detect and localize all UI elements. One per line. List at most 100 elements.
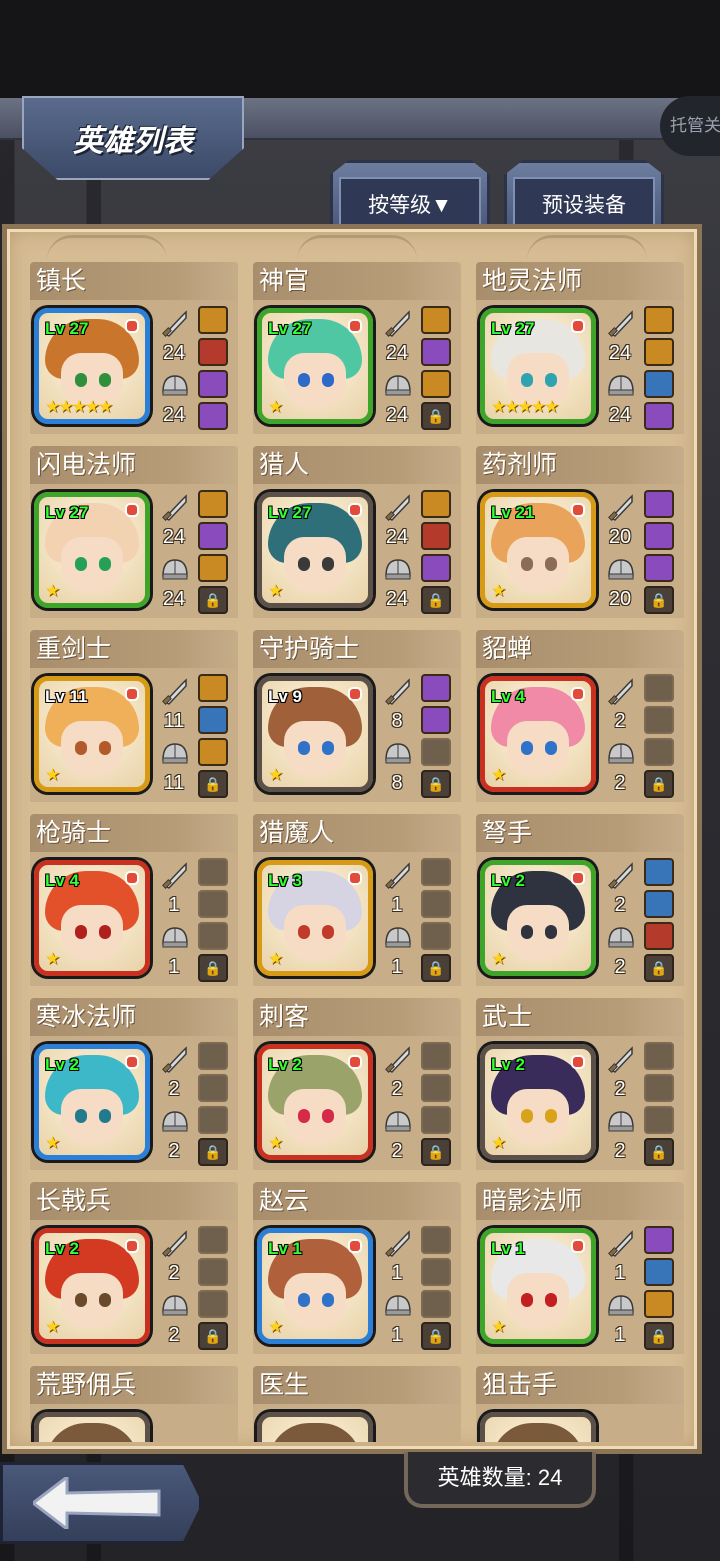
hero-portrait[interactable]: Lv 3 ★ xyxy=(257,860,373,976)
equipment-item-icon[interactable] xyxy=(644,306,674,334)
hero-card[interactable]: 刺客 Lv 2 ★ 2 2 🔒 xyxy=(253,998,461,1170)
hero-portrait[interactable]: Lv 4 ★ xyxy=(34,860,150,976)
lock-icon[interactable]: 🔒 xyxy=(198,586,228,614)
lock-icon[interactable]: 🔒 xyxy=(421,1322,451,1350)
hero-portrait[interactable]: Lv 11 ★ xyxy=(34,676,150,792)
empty-equipment-slot[interactable] xyxy=(198,1226,228,1254)
equipment-item-icon[interactable] xyxy=(421,522,451,550)
lock-icon[interactable]: 🔒 xyxy=(198,770,228,798)
hero-card[interactable]: 猎人 Lv 27 ★ 24 24 🔒 xyxy=(253,446,461,618)
equipment-item-icon[interactable] xyxy=(644,922,674,950)
empty-equipment-slot[interactable] xyxy=(198,890,228,918)
equipment-item-icon[interactable] xyxy=(644,370,674,398)
equipment-item-icon[interactable] xyxy=(198,338,228,366)
hero-portrait[interactable]: Lv 2 ★ xyxy=(480,1044,596,1160)
empty-equipment-slot[interactable] xyxy=(644,1042,674,1070)
empty-equipment-slot[interactable] xyxy=(421,1106,451,1134)
hero-card[interactable]: 武士 Lv 2 ★ 2 2 🔒 xyxy=(476,998,684,1170)
equipment-item-icon[interactable] xyxy=(198,554,228,582)
hero-portrait[interactable]: Lv 27 ★ xyxy=(257,308,373,424)
hero-card[interactable]: 闪电法师 Lv 27 ★ 24 24 🔒 xyxy=(30,446,238,618)
hero-portrait[interactable]: Lv 2 ★ xyxy=(34,1044,150,1160)
lock-icon[interactable]: 🔒 xyxy=(421,586,451,614)
hero-card[interactable]: 神官 Lv 27 ★ 24 24 🔒 xyxy=(253,262,461,434)
lock-icon[interactable]: 🔒 xyxy=(198,954,228,982)
empty-equipment-slot[interactable] xyxy=(421,1226,451,1254)
hero-card[interactable]: 守护骑士 Lv 9 ★ 8 8 🔒 xyxy=(253,630,461,802)
empty-equipment-slot[interactable] xyxy=(198,1290,228,1318)
lock-icon[interactable]: 🔒 xyxy=(644,586,674,614)
lock-icon[interactable]: 🔒 xyxy=(644,770,674,798)
equipment-item-icon[interactable] xyxy=(421,370,451,398)
equipment-item-icon[interactable] xyxy=(421,554,451,582)
hero-portrait[interactable]: Lv 2 ★ xyxy=(480,860,596,976)
lock-icon[interactable]: 🔒 xyxy=(644,1138,674,1166)
equipment-item-icon[interactable] xyxy=(644,890,674,918)
equipment-item-icon[interactable] xyxy=(644,858,674,886)
lock-icon[interactable]: 🔒 xyxy=(644,1322,674,1350)
hero-portrait[interactable] xyxy=(34,1412,150,1442)
empty-equipment-slot[interactable] xyxy=(421,858,451,886)
hero-card[interactable]: 赵云 Lv 1 ★ 1 1 🔒 xyxy=(253,1182,461,1354)
empty-equipment-slot[interactable] xyxy=(198,922,228,950)
empty-equipment-slot[interactable] xyxy=(198,858,228,886)
hero-card[interactable]: 猎魔人 Lv 3 ★ 1 1 🔒 xyxy=(253,814,461,986)
empty-equipment-slot[interactable] xyxy=(421,1290,451,1318)
equipment-item-icon[interactable] xyxy=(644,1226,674,1254)
hero-portrait[interactable] xyxy=(480,1412,596,1442)
empty-equipment-slot[interactable] xyxy=(421,738,451,766)
equipment-item-icon[interactable] xyxy=(198,522,228,550)
lock-icon[interactable]: 🔒 xyxy=(421,402,451,430)
empty-equipment-slot[interactable] xyxy=(421,1258,451,1286)
hero-card[interactable]: 狙击手 xyxy=(476,1366,684,1442)
empty-equipment-slot[interactable] xyxy=(198,1042,228,1070)
equipment-item-icon[interactable] xyxy=(644,1258,674,1286)
empty-equipment-slot[interactable] xyxy=(421,1042,451,1070)
empty-equipment-slot[interactable] xyxy=(421,1074,451,1102)
hero-portrait[interactable]: Lv 1 ★ xyxy=(257,1228,373,1344)
lock-icon[interactable]: 🔒 xyxy=(421,954,451,982)
hero-portrait[interactable]: Lv 27 ★ xyxy=(257,492,373,608)
equipment-item-icon[interactable] xyxy=(421,490,451,518)
equipment-item-icon[interactable] xyxy=(198,674,228,702)
empty-equipment-slot[interactable] xyxy=(644,738,674,766)
hero-portrait[interactable]: Lv 27 ★★★★★ xyxy=(34,308,150,424)
equipment-item-icon[interactable] xyxy=(644,554,674,582)
sort-by-level-tab[interactable]: 按等级▼ xyxy=(330,160,490,229)
hero-portrait[interactable]: Lv 4 ★ xyxy=(480,676,596,792)
hero-card[interactable]: 重剑士 Lv 11 ★ 11 11 🔒 xyxy=(30,630,238,802)
hero-portrait[interactable]: Lv 27 ★ xyxy=(34,492,150,608)
empty-equipment-slot[interactable] xyxy=(421,890,451,918)
hero-portrait[interactable]: Lv 9 ★ xyxy=(257,676,373,792)
hero-card[interactable]: 荒野佣兵 xyxy=(30,1366,238,1442)
hero-portrait[interactable]: Lv 2 ★ xyxy=(257,1044,373,1160)
lock-icon[interactable]: 🔒 xyxy=(644,954,674,982)
equipment-item-icon[interactable] xyxy=(644,338,674,366)
empty-equipment-slot[interactable] xyxy=(421,922,451,950)
empty-equipment-slot[interactable] xyxy=(644,706,674,734)
hero-card[interactable]: 地灵法师 Lv 27 ★★★★★ 24 24 xyxy=(476,262,684,434)
hero-portrait[interactable]: Lv 21 ★ xyxy=(480,492,596,608)
equipment-item-icon[interactable] xyxy=(198,490,228,518)
empty-equipment-slot[interactable] xyxy=(198,1106,228,1134)
equipment-item-icon[interactable] xyxy=(421,338,451,366)
hero-card[interactable]: 枪骑士 Lv 4 ★ 1 1 🔒 xyxy=(30,814,238,986)
hero-grid[interactable]: 镇长 Lv 27 ★★★★★ 24 24 神官 Lv 27 ★ 24 24 🔒 地灵法师 Lv 27 ★★… xyxy=(30,262,690,1442)
hero-portrait[interactable]: Lv 2 ★ xyxy=(34,1228,150,1344)
equipment-item-icon[interactable] xyxy=(644,490,674,518)
lock-icon[interactable]: 🔒 xyxy=(421,1138,451,1166)
equipment-item-icon[interactable] xyxy=(198,706,228,734)
equipment-item-icon[interactable] xyxy=(421,706,451,734)
lock-icon[interactable]: 🔒 xyxy=(421,770,451,798)
equipment-item-icon[interactable] xyxy=(421,674,451,702)
lock-icon[interactable]: 🔒 xyxy=(198,1138,228,1166)
equipment-item-icon[interactable] xyxy=(198,306,228,334)
empty-equipment-slot[interactable] xyxy=(644,1106,674,1134)
empty-equipment-slot[interactable] xyxy=(644,674,674,702)
hero-card[interactable]: 寒冰法师 Lv 2 ★ 2 2 🔒 xyxy=(30,998,238,1170)
hero-card[interactable]: 长戟兵 Lv 2 ★ 2 2 🔒 xyxy=(30,1182,238,1354)
empty-equipment-slot[interactable] xyxy=(198,1258,228,1286)
hero-card[interactable]: 弩手 Lv 2 ★ 2 2 🔒 xyxy=(476,814,684,986)
equipment-item-icon[interactable] xyxy=(644,522,674,550)
hero-card[interactable]: 镇长 Lv 27 ★★★★★ 24 24 xyxy=(30,262,238,434)
